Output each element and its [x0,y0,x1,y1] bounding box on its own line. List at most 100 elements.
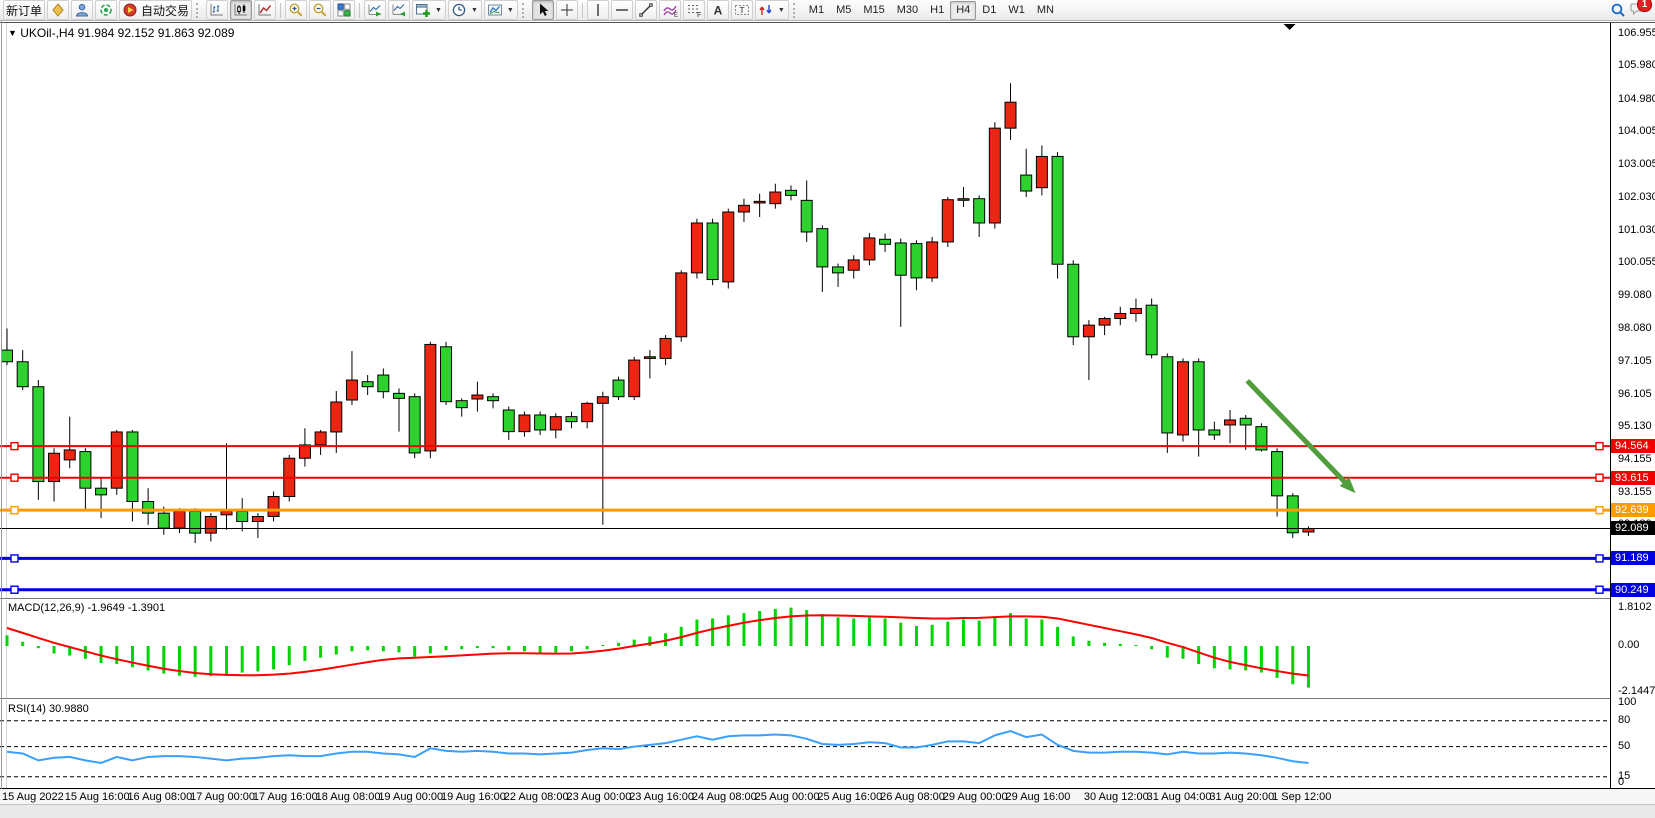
candle-body [456,401,467,408]
channel-button[interactable]: E [659,0,681,20]
zoom-out-button[interactable] [309,0,331,20]
line-handle[interactable] [1596,443,1603,450]
timeframe-m30-button[interactable]: M30 [891,1,924,20]
templates-button[interactable]: ▼ [484,0,518,20]
search-icon[interactable] [1610,2,1626,18]
auto-scroll-button[interactable] [364,0,386,20]
line-handle[interactable] [11,474,18,481]
candle-body [535,415,546,430]
rsi-tick-label: 100 [1618,696,1636,708]
candle-body [660,338,671,358]
line-handle[interactable] [1596,474,1603,481]
candle-body [1162,357,1173,433]
chevron-down-icon: ▼ [435,7,442,14]
auto-trading-label: 自动交易 [141,2,189,19]
notification-badge: 1 [1637,0,1652,12]
candle-body [676,273,687,337]
candle-body [880,239,891,244]
line-handle[interactable] [1596,586,1603,593]
timeframe-m5-button[interactable]: M5 [830,1,857,20]
level-price-badge: 94.564 [1611,439,1655,453]
candle-body [958,199,969,201]
zoom-in-icon [288,2,304,18]
line-handle[interactable] [11,507,18,514]
market-watch-button[interactable] [47,0,69,20]
candle-body [1303,528,1314,531]
bar-chart-button[interactable] [206,0,228,20]
candle-body [1209,430,1220,435]
bottom-strip [0,804,1655,818]
tile-windows-button[interactable] [333,0,355,20]
candles [2,83,1314,543]
candle-body [394,393,405,398]
candle-body [613,380,624,397]
candle-body [1225,420,1236,425]
price-tick-label: 99.080 [1618,289,1652,301]
candlestick-chart-icon [233,2,249,18]
timeframe-m1-button[interactable]: M1 [803,1,830,20]
candle-body [1036,156,1047,187]
text-label-button[interactable]: T [731,0,753,20]
candle-body [315,432,326,445]
chart-shift-button[interactable] [388,0,410,20]
timeframe-mn-button[interactable]: MN [1031,1,1060,20]
timeframe-w1-button[interactable]: W1 [1002,1,1031,20]
line-handle[interactable] [1596,555,1603,562]
chart-ohlc-values: 91.984 92.152 91.863 92.089 [78,26,235,40]
candle-body [1146,305,1157,355]
line-handle[interactable] [11,443,18,450]
collapse-triangle-icon[interactable]: ▼ [8,28,17,38]
candlestick-chart-button[interactable] [230,0,252,20]
macd-indicator-label: MACD(12,26,9) -1.9649 -1.3901 [8,602,165,614]
timeframe-d1-button[interactable]: D1 [976,1,1002,20]
svg-text:E: E [674,13,678,18]
timeframe-h4-button[interactable]: H4 [950,1,976,20]
candle-body [519,415,530,432]
cursor-button[interactable] [532,0,554,20]
vertical-line-button[interactable] [587,0,609,20]
candle-body [503,410,514,432]
toolbar-separator [280,3,281,18]
timeframe-m15-button[interactable]: M15 [857,1,890,20]
candle-body [801,200,812,232]
arrows-button[interactable]: ▼ [755,0,789,20]
date-tick-label: 31 Aug 20:00 [1209,791,1274,803]
candle-body [770,192,781,204]
level-price-badge: 91.189 [1611,551,1655,565]
cursor-icon [535,2,551,18]
svg-text:A: A [714,4,723,18]
fibonacci-button[interactable]: F [683,0,705,20]
new-order-button[interactable]: 新订单 [3,0,45,20]
price-axis[interactable] [1610,23,1655,788]
crosshair-button[interactable] [556,0,578,20]
candle-body [707,223,718,280]
line-handle[interactable] [11,555,18,562]
horizontal-line-button[interactable] [611,0,633,20]
line-chart-button[interactable] [254,0,276,20]
line-handle[interactable] [11,586,18,593]
timeframe-h1-button[interactable]: H1 [924,1,950,20]
date-tick-label: 23 Aug 16:00 [629,791,694,803]
price-tick-label: 98.080 [1618,322,1652,334]
zoom-in-button[interactable] [285,0,307,20]
profile-button[interactable] [71,0,93,20]
chart-canvas[interactable] [0,0,1655,818]
vertical-line-icon [590,2,606,18]
notifications-button[interactable]: 1 [1630,0,1646,21]
signals-button[interactable] [95,0,117,20]
chart-shift-marker[interactable] [1284,24,1296,30]
candle-body [848,260,859,270]
periods-button[interactable]: ▼ [448,0,482,20]
chart-shift-icon [391,2,407,18]
date-tick-label: 16 Aug 08:00 [127,791,192,803]
line-handle[interactable] [1596,507,1603,514]
new-chart-button[interactable]: ▼ [412,0,446,20]
date-tick-label: 29 Aug 00:00 [943,791,1008,803]
date-axis[interactable]: 15 Aug 202215 Aug 16:0016 Aug 08:0017 Au… [0,789,1655,804]
candle-body [566,417,577,422]
trendline-button[interactable] [635,0,657,20]
text-button[interactable]: A [707,0,729,20]
rsi-pane [0,721,1610,777]
auto-trading-button[interactable]: 自动交易 [119,0,192,20]
price-tick-label: 97.105 [1618,355,1652,367]
